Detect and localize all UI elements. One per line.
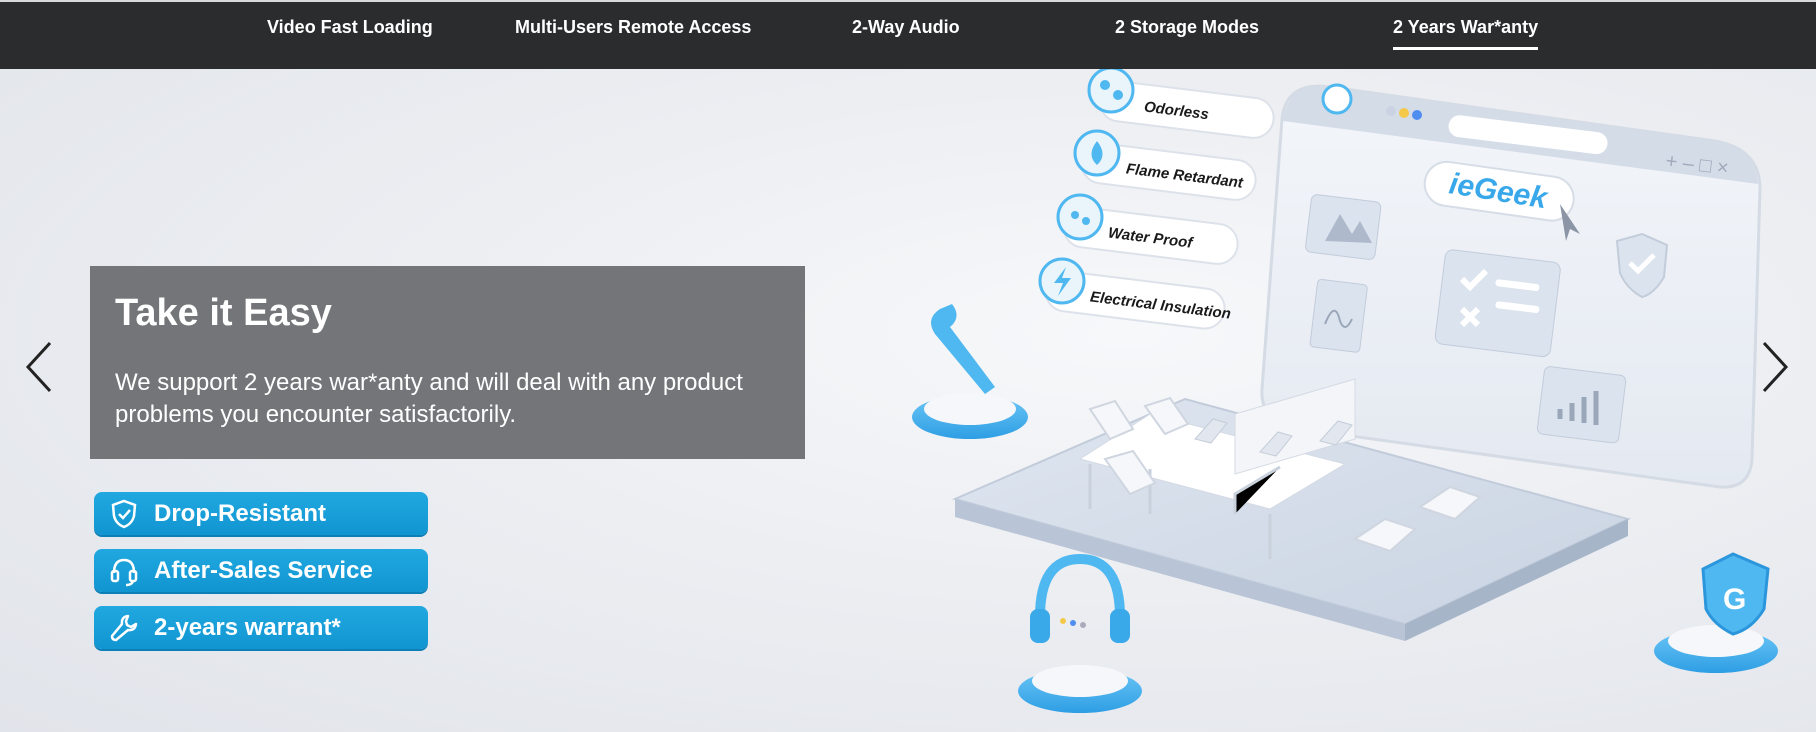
tab-2-way-audio[interactable]: 2-Way Audio — [852, 17, 960, 38]
badge-label: 2-years warrant* — [154, 614, 341, 641]
badge-label: Drop-Resistant — [154, 500, 327, 527]
wrench-icon — [110, 614, 138, 642]
hero-description: We support 2 years war*anty and will dea… — [115, 369, 743, 428]
tab-2-storage-modes[interactable]: 2 Storage Modes — [1115, 17, 1259, 38]
wrench-pedestal-art — [912, 304, 1028, 439]
chevron-left-icon — [25, 341, 52, 393]
headset-pedestal-art — [1018, 553, 1142, 713]
hero-banner: + – □ × ieGeek Odorless Flame Retardant … — [0, 69, 1816, 732]
tab-multi-users-remote-access[interactable]: Multi-Users Remote Access — [515, 17, 751, 38]
droplets-icon — [1056, 193, 1104, 241]
carousel-next-button[interactable] — [1754, 337, 1794, 397]
top-tab-bar: Video Fast Loading Multi-Users Remote Ac… — [0, 0, 1816, 69]
shield-check-icon — [111, 499, 137, 529]
tab-video-fast-loading[interactable]: Video Fast Loading — [267, 17, 433, 38]
carousel-prev-button[interactable] — [20, 337, 60, 397]
chevron-right-icon — [1762, 341, 1789, 393]
tab-2-years-warranty[interactable]: 2 Years War*anty — [1393, 17, 1539, 50]
badge-2-years-warranty: 2-years warrant* — [94, 606, 428, 649]
svg-text:G: G — [1723, 583, 1746, 616]
feature-pills: Odorless Flame Retardant Water Proof Ele… — [1038, 69, 1275, 330]
hero-caption-box: Take it Easy We support 2 years war*anty… — [90, 266, 805, 459]
molecule-icon — [1087, 69, 1135, 114]
headset-icon — [110, 558, 138, 587]
badge-label: After-Sales Service — [154, 557, 373, 584]
badge-after-sales-service: After-Sales Service — [94, 549, 428, 592]
badge-drop-resistant: Drop-Resistant — [94, 492, 428, 535]
shield-pedestal-art: G — [1654, 552, 1778, 673]
hero-title: Take it Easy — [115, 292, 332, 334]
